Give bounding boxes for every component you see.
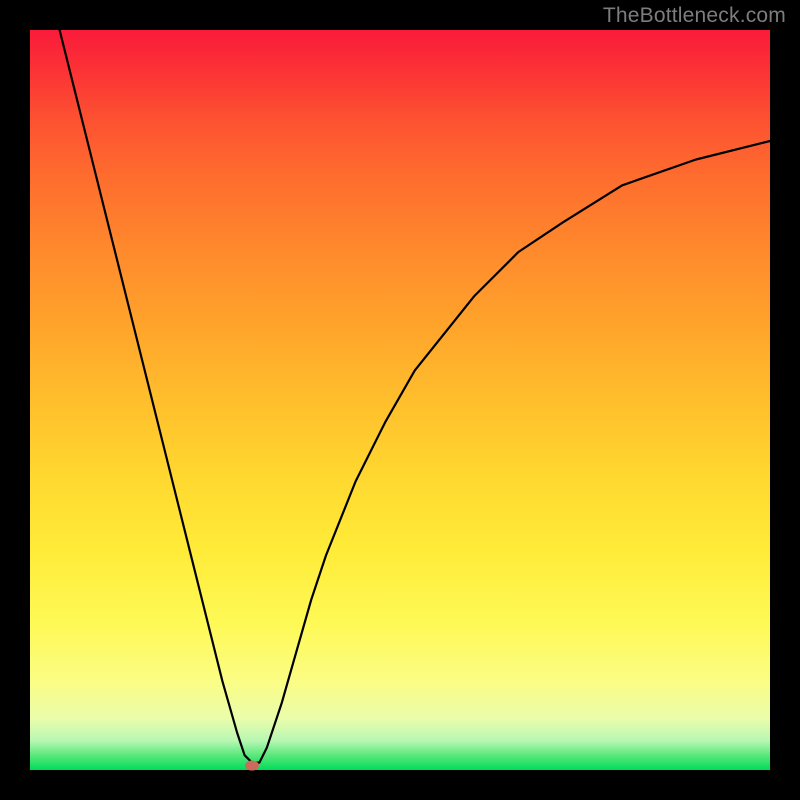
bottleneck-curve — [60, 30, 770, 763]
plot-area — [30, 30, 770, 770]
chart-svg — [30, 30, 770, 770]
optimal-point-marker — [245, 761, 259, 771]
watermark-text: TheBottleneck.com — [603, 4, 786, 28]
chart-frame: TheBottleneck.com line #fa1b3a #ffd72f #… — [0, 0, 800, 800]
